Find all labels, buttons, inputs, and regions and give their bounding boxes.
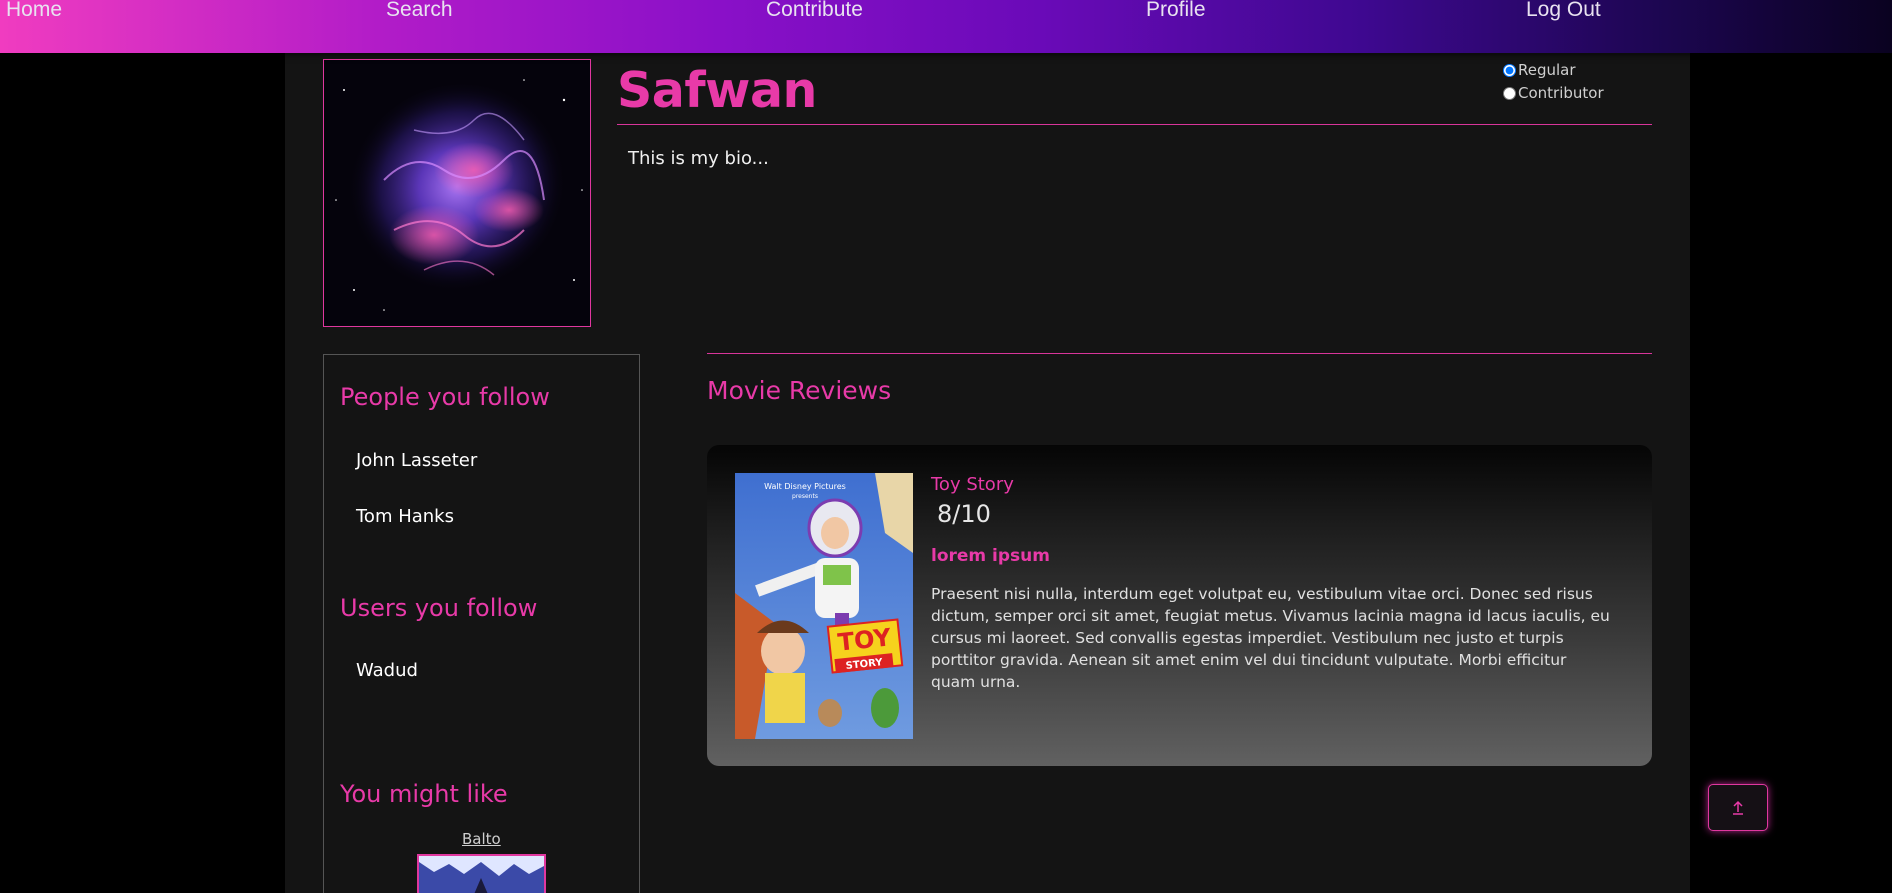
profile-username: Safwan [617, 62, 817, 119]
nav-contribute-link[interactable]: Contribute [766, 0, 863, 22]
movie-reviews-heading: Movie Reviews [707, 376, 892, 405]
nav-home-link[interactable]: Home [6, 0, 62, 22]
people-you-follow-heading: People you follow [340, 383, 550, 411]
role-option-contributor[interactable]: Contributor [1503, 84, 1604, 102]
poster-title-toy: TOY [836, 623, 893, 656]
nav-search-link[interactable]: Search [386, 0, 453, 22]
recommendation-link[interactable]: Balto [462, 830, 501, 848]
username-divider [617, 124, 1652, 125]
role-regular-label: Regular [1518, 61, 1576, 79]
nav-profile-link[interactable]: Profile [1146, 0, 1206, 22]
users-you-follow-heading: Users you follow [340, 594, 538, 622]
review-body: Praesent nisi nulla, interdum eget volut… [931, 585, 1610, 691]
role-contributor-radio[interactable] [1503, 86, 1516, 100]
review-movie-title[interactable]: Toy Story [931, 474, 1014, 495]
arrow-up-icon [1733, 800, 1743, 815]
profile-avatar [323, 59, 591, 327]
profile-bio: This is my bio... [628, 148, 769, 169]
recommendation-poster[interactable] [417, 854, 546, 893]
reviews-divider [707, 353, 1652, 354]
followed-person-item[interactable]: John Lasseter [356, 450, 477, 471]
toy-story-poster-image: TOY STORY Walt Disney Pictures presents [735, 473, 913, 739]
followed-person-item[interactable]: Tom Hanks [356, 506, 454, 527]
followed-user-item[interactable]: Wadud [356, 660, 418, 681]
review-title: lorem ipsum [931, 546, 1050, 566]
poster-presents-text: presents [792, 493, 818, 500]
poster-studio-text: Walt Disney Pictures [764, 482, 846, 491]
movie-poster[interactable]: TOY STORY Walt Disney Pictures presents [735, 473, 913, 739]
balto-poster-image [419, 856, 544, 893]
review-rating: 8/10 [937, 500, 991, 528]
you-might-like-heading: You might like [340, 780, 508, 808]
role-regular-radio[interactable] [1503, 63, 1516, 77]
nebula-image [324, 60, 590, 326]
nav-logout-link[interactable]: Log Out [1526, 0, 1601, 22]
role-option-regular[interactable]: Regular [1503, 61, 1576, 79]
top-navigation: Home Search Contribute Profile Log Out [0, 0, 1892, 53]
role-contributor-label: Contributor [1518, 84, 1604, 102]
scroll-to-top-button[interactable] [1708, 784, 1768, 831]
follow-sidebar [323, 354, 640, 893]
